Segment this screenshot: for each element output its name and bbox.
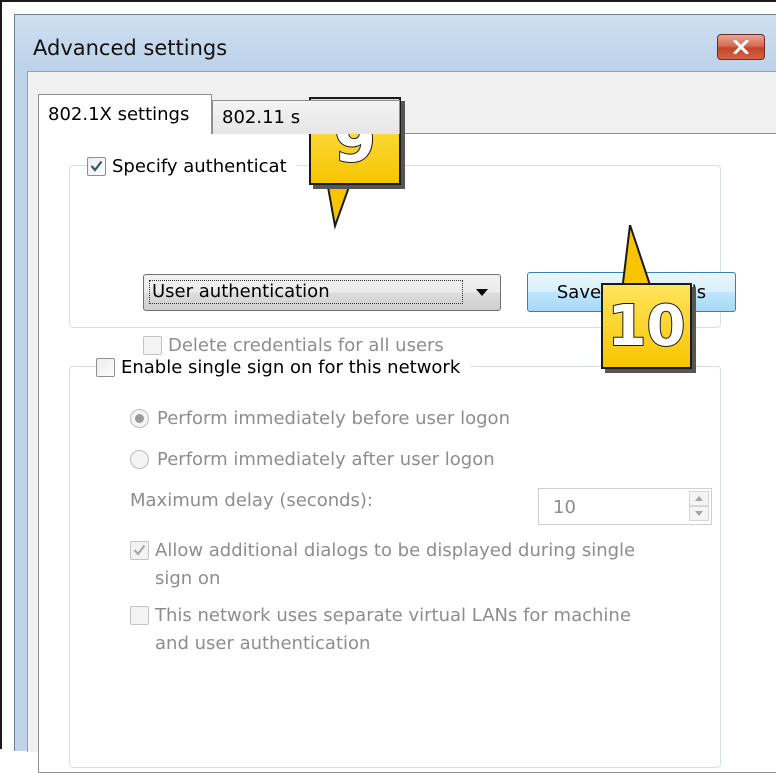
radio-before-logon[interactable] [130,408,149,428]
dropdown-arrow-icon [476,289,488,296]
max-delay-spinbox[interactable]: 10 [538,488,712,525]
screenshot-frame: Advanced settings 802.1X settings 802.11… [0,0,776,773]
tab-panel: Specify authenticat User authentication … [38,133,776,773]
spin-up-button[interactable] [689,491,709,506]
tab-80211-settings[interactable]: 802.11 s [212,100,400,134]
enable-sso-checkbox[interactable] [96,357,115,377]
auth-mode-dropdown[interactable]: User authentication [143,274,501,311]
specify-auth-mode-row[interactable]: Specify authenticat [87,155,297,177]
checkmark-icon [133,544,146,556]
radio-before-logon-label: Perform immediately before user logon [157,407,510,429]
radio-after-logon-row[interactable]: Perform immediately after user logon [130,447,495,471]
allow-dialogs-checkbox[interactable] [130,540,149,560]
auth-mode-value: User authentication [149,280,463,304]
dialog-body: 802.1X settings 802.11 s Specify authent… [27,71,776,773]
allow-dialogs-row[interactable]: Allow additional dialogs to be displayed… [130,538,635,562]
allow-dialogs-label-line1: Allow additional dialogs to be displayed… [155,539,636,561]
separate-vlans-checkbox[interactable] [130,605,149,625]
radio-after-logon[interactable] [130,449,149,469]
checkmark-icon [90,160,103,172]
title-bar[interactable]: Advanced settings [15,15,776,71]
max-delay-label: Maximum delay (seconds): [130,489,373,511]
close-button[interactable] [717,34,765,60]
enable-sso-row[interactable]: Enable single sign on for this network [96,355,471,379]
enable-sso-label: Enable single sign on for this network [121,356,461,378]
delete-credentials-row[interactable]: Delete credentials for all users [143,333,444,357]
spin-down-button[interactable] [689,506,709,521]
advanced-settings-window: Advanced settings 802.1X settings 802.11… [14,14,776,773]
spin-up-icon [695,496,703,501]
separate-vlans-row[interactable]: This network uses separate virtual LANs … [130,603,631,627]
max-delay-value: 10 [553,497,576,518]
delete-credentials-label: Delete credentials for all users [168,334,444,356]
allow-dialogs-label-line2: sign on [155,567,221,589]
separate-vlans-label-line2: and user authentication [155,632,371,654]
delete-credentials-checkbox[interactable] [143,335,162,355]
close-x-icon [733,40,749,54]
spin-buttons [689,491,709,522]
specify-auth-label: Specify authenticat [112,155,287,177]
separate-vlans-label-line1: This network uses separate virtual LANs … [155,604,631,626]
specify-auth-checkbox[interactable] [87,156,106,176]
tab-label: 802.11 s [222,107,301,128]
spin-down-icon [695,511,703,516]
tab-8021x-settings[interactable]: 802.1X settings [38,94,212,134]
callout-10-number: 10 [607,293,687,360]
window-title: Advanced settings [33,36,228,60]
callout-10: 10 [601,283,692,369]
radio-after-logon-label: Perform immediately after user logon [157,448,495,470]
radio-before-logon-row[interactable]: Perform immediately before user logon [130,406,510,430]
tab-label: 802.1X settings [48,104,190,125]
